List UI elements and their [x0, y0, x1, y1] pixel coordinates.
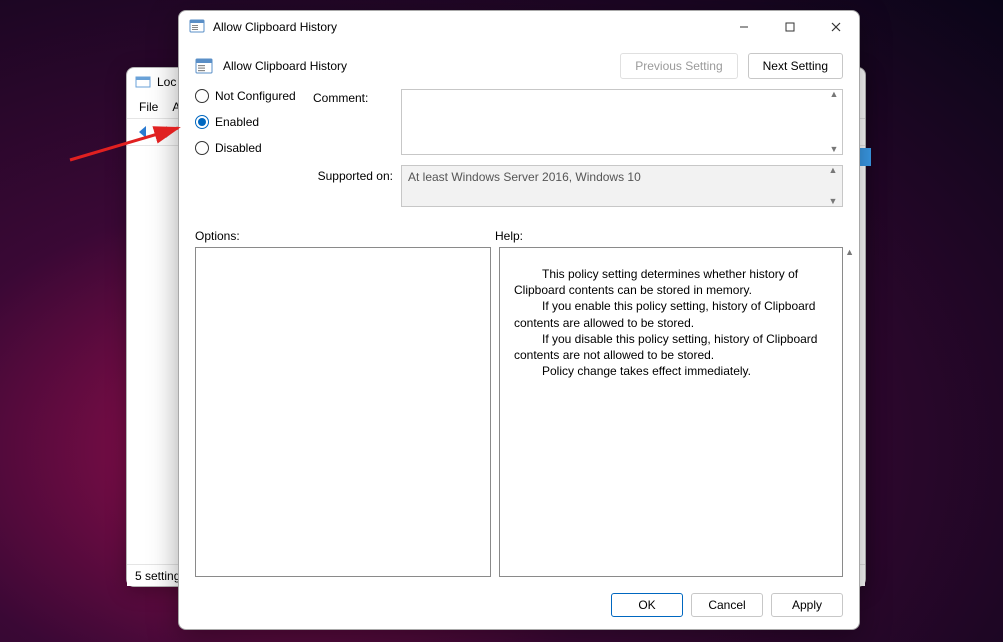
apply-button[interactable]: Apply — [771, 593, 843, 617]
help-pane: ▲ This policy setting determines whether… — [499, 247, 843, 577]
options-label: Options: — [195, 229, 495, 243]
scroll-down-icon[interactable]: ▼ — [830, 145, 839, 154]
forward-icon[interactable] — [157, 121, 179, 143]
close-button[interactable] — [813, 12, 859, 42]
selection-highlight — [859, 148, 871, 166]
supported-text: At least Windows Server 2016, Windows 10 — [408, 170, 641, 184]
radio-label: Disabled — [215, 141, 262, 155]
parent-title: Loc — [157, 75, 176, 89]
status-text: 5 setting — [135, 569, 180, 583]
supported-on-value: At least Windows Server 2016, Windows 10… — [401, 165, 843, 207]
maximize-button[interactable] — [767, 12, 813, 42]
comment-label: Comment: — [313, 89, 393, 105]
scroll-up-icon: ▲ — [829, 166, 838, 175]
radio-not-configured[interactable]: Not Configured — [195, 89, 305, 103]
radio-label: Enabled — [215, 115, 259, 129]
back-icon[interactable] — [133, 121, 155, 143]
scroll-up-icon[interactable]: ▲ — [830, 90, 839, 99]
dialog-icon — [189, 18, 205, 37]
help-paragraph: If you enable this policy setting, histo… — [514, 298, 828, 330]
previous-setting-button[interactable]: Previous Setting — [620, 53, 737, 79]
radio-label: Not Configured — [215, 89, 296, 103]
dialog-title: Allow Clipboard History — [213, 20, 337, 34]
radio-icon — [195, 89, 209, 103]
scroll-down-icon: ▼ — [829, 197, 838, 206]
help-paragraph: If you disable this policy setting, hist… — [514, 331, 828, 363]
mmc-icon — [135, 74, 151, 90]
comment-textarea[interactable]: ▲ ▼ — [401, 89, 843, 155]
supported-on-label: Supported on: — [313, 165, 393, 183]
radio-enabled[interactable]: Enabled — [195, 115, 305, 129]
ok-button[interactable]: OK — [611, 593, 683, 617]
minimize-button[interactable] — [721, 12, 767, 42]
menu-file[interactable]: File — [133, 98, 164, 116]
scroll-up-icon: ▲ — [845, 248, 854, 257]
next-setting-button[interactable]: Next Setting — [748, 53, 843, 79]
help-paragraph: Policy change takes effect immediately. — [514, 363, 828, 379]
state-radio-group: Not Configured Enabled Disabled — [195, 89, 305, 155]
policy-name: Allow Clipboard History — [223, 59, 347, 73]
help-label: Help: — [495, 229, 523, 243]
dialog-titlebar[interactable]: Allow Clipboard History — [179, 11, 859, 43]
policy-dialog: Allow Clipboard History Allow Clipboard … — [178, 10, 860, 630]
radio-disabled[interactable]: Disabled — [195, 141, 305, 155]
cancel-button[interactable]: Cancel — [691, 593, 763, 617]
policy-icon — [195, 57, 213, 75]
options-pane — [195, 247, 491, 577]
radio-icon — [195, 141, 209, 155]
dialog-footer: OK Cancel Apply — [179, 583, 859, 629]
radio-icon — [195, 115, 209, 129]
help-paragraph: This policy setting determines whether h… — [514, 266, 828, 298]
